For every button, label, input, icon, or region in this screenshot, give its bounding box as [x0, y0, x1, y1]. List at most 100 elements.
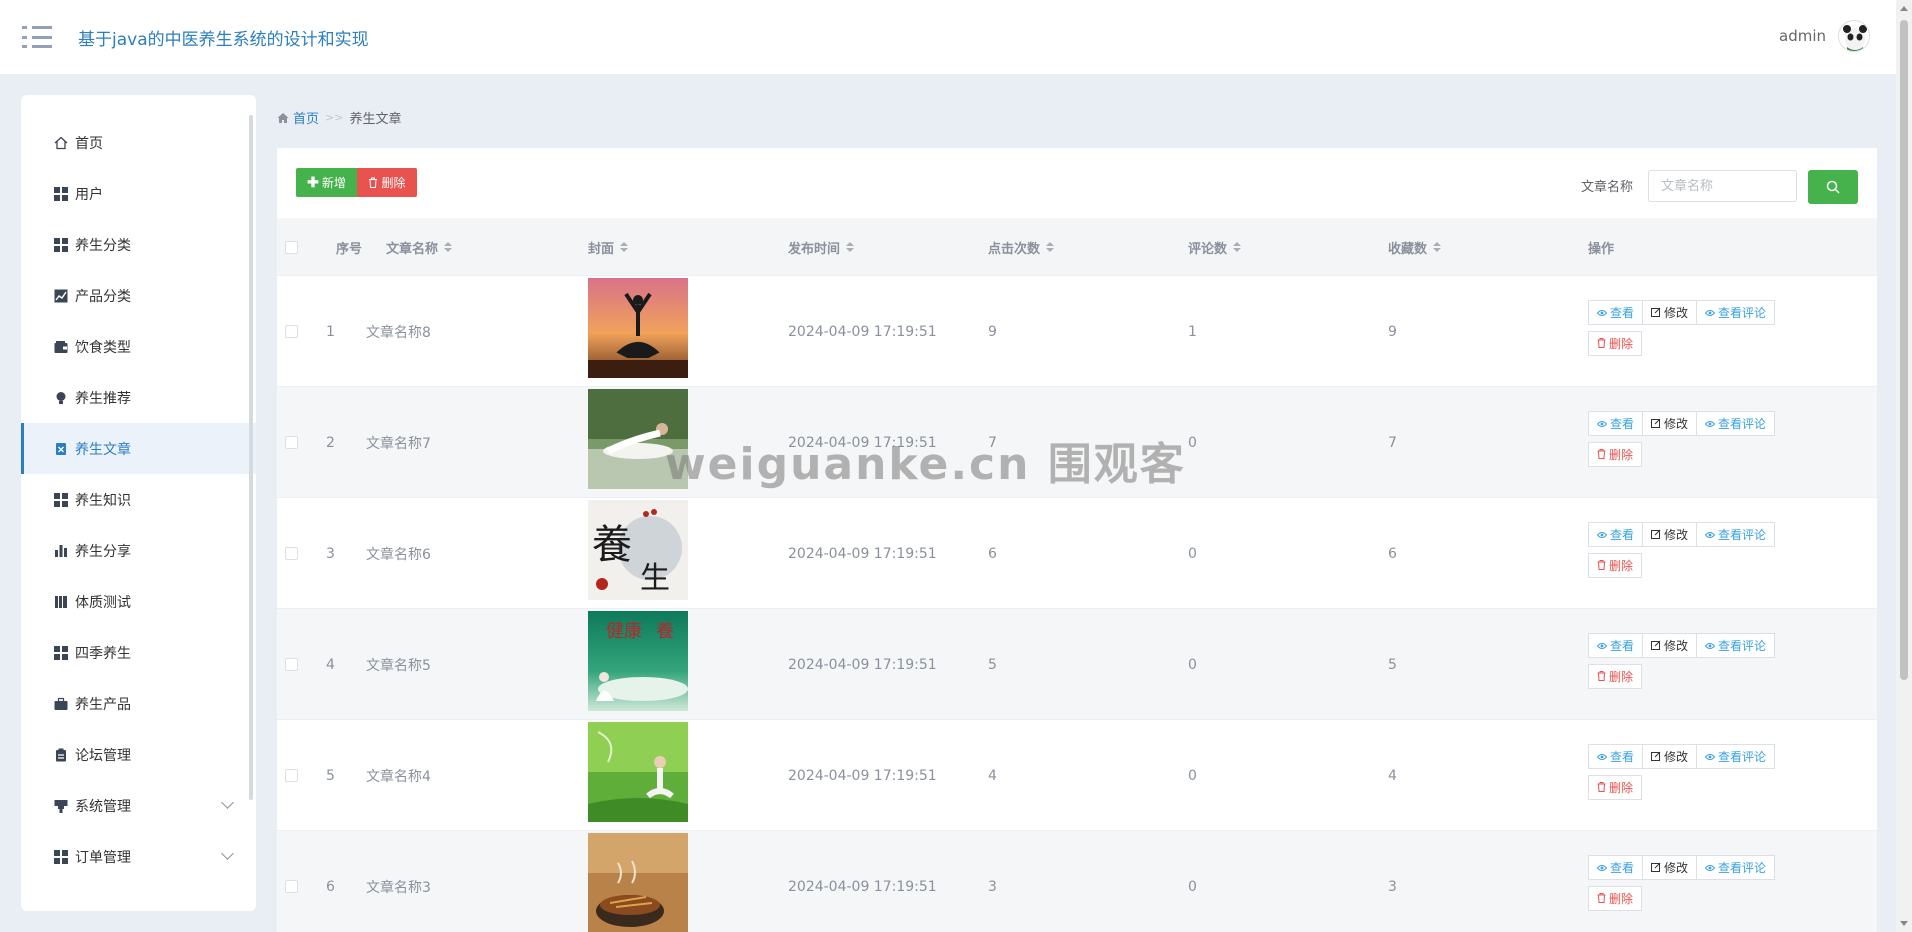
edit-button[interactable]: 修改 — [1642, 411, 1698, 436]
sidebar-item-health-recommend[interactable]: 养生推荐 — [21, 372, 256, 423]
page-scrollbar[interactable] — [1896, 0, 1912, 932]
sidebar-item-forum-management[interactable]: 论坛管理 — [21, 729, 256, 780]
search-input[interactable] — [1648, 170, 1797, 202]
delete-button[interactable]: 删除 — [1588, 775, 1643, 800]
row-checkbox[interactable] — [285, 276, 298, 387]
sidebar-item-order-management[interactable]: 订单管理 — [21, 831, 256, 882]
row-checkbox[interactable] — [285, 831, 298, 932]
eye-icon — [1596, 306, 1608, 320]
menu-toggle-icon[interactable] — [22, 26, 52, 48]
trash-icon — [1597, 781, 1606, 795]
table-row[interactable]: 2 文章名称7 2024-04-09 17:19:51 7 0 7 查看 修改 查看评论 删除 — [277, 387, 1877, 498]
row-cover-image[interactable]: 健康養 — [588, 611, 688, 711]
table-row[interactable]: 1 文章名称8 2024-04-09 17:19:51 9 1 9 查看 修改 查看评论 删除 — [277, 276, 1877, 387]
edit-button[interactable]: 修改 — [1642, 522, 1698, 547]
sidebar-item-health-knowledge[interactable]: 养生知识 — [21, 474, 256, 525]
delete-button[interactable]: 删除 — [1588, 886, 1643, 911]
sort-icon[interactable] — [1046, 242, 1055, 252]
edit-icon — [1651, 861, 1661, 875]
sidebar-item-system-management[interactable]: 系统管理 — [21, 780, 256, 831]
col-publish-time[interactable]: 发布时间 — [788, 218, 855, 276]
row-cover-image[interactable] — [588, 278, 688, 378]
table-row[interactable]: 6 文章名称3 2024-04-09 17:19:51 3 0 3 查看 修改 查看评论 删除 — [277, 831, 1877, 932]
sidebar-item-users[interactable]: 用户 — [21, 168, 256, 219]
edit-icon — [1651, 528, 1661, 542]
col-comments[interactable]: 评论数 — [1188, 218, 1242, 276]
sidebar-item-health-articles[interactable]: 养生文章 — [21, 423, 256, 474]
view-comments-button[interactable]: 查看评论 — [1696, 744, 1776, 769]
row-name: 文章名称8 — [366, 324, 431, 341]
delete-button[interactable]: 删除 — [1588, 553, 1643, 578]
delete-button[interactable]: 删除 — [1588, 331, 1643, 356]
sidebar-item-diet-type[interactable]: 饮食类型 — [21, 321, 256, 372]
edit-button[interactable]: 修改 — [1642, 744, 1698, 769]
sidebar-item-product-category[interactable]: 产品分类 — [21, 270, 256, 321]
search-button[interactable] — [1808, 170, 1858, 204]
sidebar-item-constitution-test[interactable]: 体质测试 — [21, 576, 256, 627]
monitor-icon — [53, 798, 69, 814]
view-button[interactable]: 查看 — [1588, 855, 1644, 880]
sidebar-item-health-share[interactable]: 养生分享 — [21, 525, 256, 576]
col-favorites[interactable]: 收藏数 — [1388, 218, 1442, 276]
sort-icon[interactable] — [1433, 242, 1442, 252]
view-comments-label: 查看评论 — [1718, 417, 1767, 431]
sidebar-item-seasonal-health[interactable]: 四季养生 — [21, 627, 256, 678]
document-icon — [53, 441, 69, 457]
table-row[interactable]: 5 文章名称4 2024-04-09 17:19:51 4 0 4 查看 修改 查看评论 删除 — [277, 720, 1877, 831]
view-button[interactable]: 查看 — [1588, 522, 1644, 547]
view-button[interactable]: 查看 — [1588, 744, 1644, 769]
sidebar-item-health-category[interactable]: 养生分类 — [21, 219, 256, 270]
sidebar-item-health-products[interactable]: 养生产品 — [21, 678, 256, 729]
view-comments-button[interactable]: 查看评论 — [1696, 855, 1776, 880]
grid-icon — [53, 186, 69, 202]
view-button[interactable]: 查看 — [1588, 633, 1644, 658]
view-button[interactable]: 查看 — [1588, 300, 1644, 325]
row-checkbox[interactable] — [285, 498, 298, 609]
user-area[interactable]: admin — [1779, 20, 1870, 52]
view-button[interactable]: 查看 — [1588, 411, 1644, 436]
add-button[interactable]: ✚ 新增 — [296, 168, 357, 197]
sort-icon[interactable] — [1233, 242, 1242, 252]
col-cover[interactable]: 封面 — [588, 218, 629, 276]
row-cover-image[interactable] — [588, 833, 688, 932]
breadcrumb-home[interactable]: 首页 — [277, 108, 319, 127]
delete-button[interactable]: 删除 — [1588, 664, 1643, 689]
row-cover-image[interactable] — [588, 722, 688, 822]
view-comments-button[interactable]: 查看评论 — [1696, 300, 1776, 325]
edit-button[interactable]: 修改 — [1642, 300, 1698, 325]
col-name[interactable]: 文章名称 — [386, 218, 453, 276]
col-clicks[interactable]: 点击次数 — [988, 218, 1055, 276]
edit-button[interactable]: 修改 — [1642, 855, 1698, 880]
row-cover-image[interactable]: 養生 — [588, 500, 688, 600]
username[interactable]: admin — [1779, 27, 1826, 45]
view-comments-button[interactable]: 查看评论 — [1696, 411, 1776, 436]
scroll-up-icon[interactable] — [1900, 6, 1908, 11]
book-icon — [53, 594, 69, 610]
sort-icon[interactable] — [444, 242, 453, 252]
view-comments-label: 查看评论 — [1718, 750, 1767, 764]
row-publish-time: 2024-04-09 17:19:51 — [788, 323, 937, 340]
table-row[interactable]: 3 文章名称6 養生 2024-04-09 17:19:51 6 0 6 查看 修改 查看评论 删除 — [277, 498, 1877, 609]
row-cover-image[interactable] — [588, 389, 688, 489]
batch-delete-button[interactable]: 删除 — [357, 168, 417, 197]
view-comments-button[interactable]: 查看评论 — [1696, 522, 1776, 547]
sort-icon[interactable] — [846, 242, 855, 252]
table-row[interactable]: 4 文章名称5 健康養 2024-04-09 17:19:51 5 0 5 查看 修改 查看评论删… — [277, 609, 1877, 720]
row-actions: 查看 修改 查看评论删除 — [1588, 633, 1828, 689]
sidebar-item-home[interactable]: 首页 — [21, 117, 256, 168]
row-checkbox[interactable] — [285, 609, 298, 720]
row-checkbox[interactable] — [285, 387, 298, 498]
chevron-down-icon[interactable] — [221, 796, 234, 809]
avatar[interactable] — [1838, 20, 1870, 52]
scroll-down-icon[interactable] — [1900, 921, 1908, 926]
view-comments-button[interactable]: 查看评论 — [1696, 633, 1776, 658]
select-all-checkbox[interactable] — [285, 218, 298, 276]
scrollbar-thumb[interactable] — [1900, 20, 1908, 680]
edit-button[interactable]: 修改 — [1642, 633, 1698, 658]
sort-icon[interactable] — [620, 242, 629, 252]
chevron-down-icon[interactable] — [221, 847, 234, 860]
row-checkbox[interactable] — [285, 720, 298, 831]
sidebar-scrollbar[interactable] — [249, 115, 253, 800]
delete-button[interactable]: 删除 — [1588, 442, 1643, 467]
eye-icon — [1704, 417, 1716, 431]
